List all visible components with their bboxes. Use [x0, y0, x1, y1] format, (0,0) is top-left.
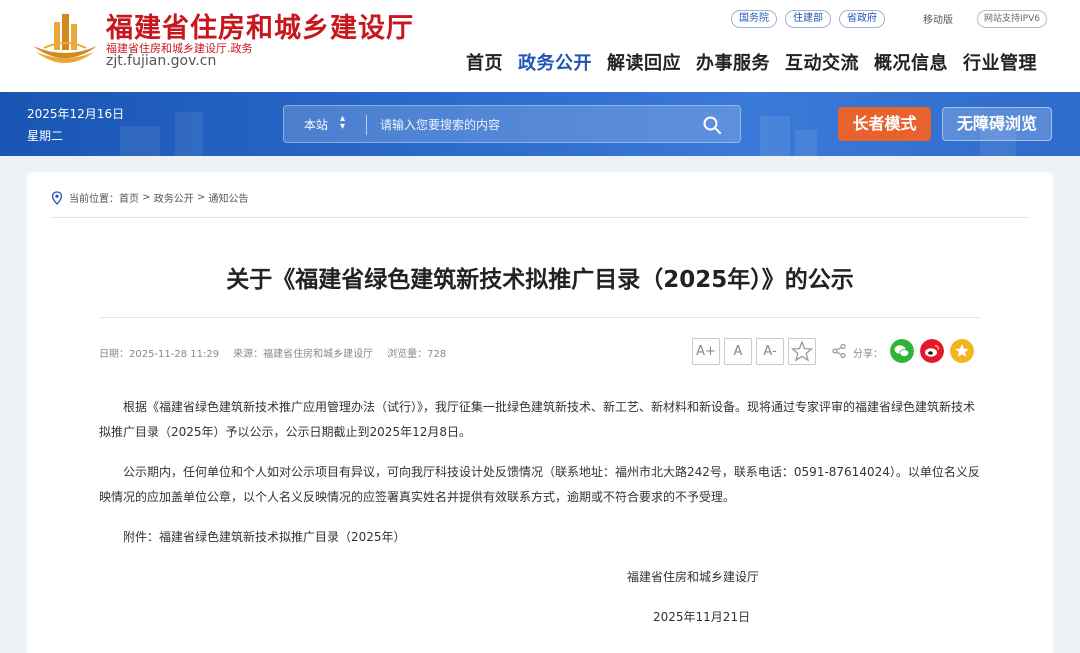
font-default-button[interactable]: A: [724, 338, 752, 365]
share-label: 分享：: [853, 349, 883, 360]
search-divider: [366, 115, 367, 135]
banner-decor: [795, 130, 817, 156]
mobile-version-link[interactable]: 移动版: [923, 11, 953, 26]
toplink-provincial-gov[interactable]: 省政府: [839, 10, 885, 28]
nav-item-interaction[interactable]: 互动交流: [785, 49, 859, 75]
weibo-share-icon[interactable]: [920, 339, 944, 363]
banner-decor: [175, 112, 203, 156]
updown-arrow-icon[interactable]: ▴ ▾: [340, 114, 345, 132]
font-larger-button[interactable]: A+: [692, 338, 720, 365]
article-paragraph: 公示期内，任何单位和个人如对公示项目有异议，可向我厅科技设计处反馈情况（联系地址…: [99, 465, 980, 504]
elder-mode-button[interactable]: 长者模式: [838, 107, 931, 141]
banner-decor: [120, 126, 160, 156]
toplink-state-council[interactable]: 国务院: [731, 10, 777, 28]
breadcrumb: 当前位置： 首页 > 政务公开 > 通知公告: [51, 190, 249, 205]
article-views: 浏览量：728: [387, 349, 447, 360]
signature-org: 福建省住房和城乡建设厅: [627, 570, 760, 584]
wechat-share-icon[interactable]: [890, 339, 914, 363]
font-smaller-button[interactable]: A-: [756, 338, 784, 365]
current-date: 2025年12月16日: [27, 107, 125, 121]
breadcrumb-prefix: 当前位置：: [69, 194, 119, 205]
article-paragraph: 根据《福建省绿色建筑新技术推广应用管理办法（试行）》，我厅征集一批绿色建筑新技术…: [99, 400, 976, 439]
site-header: 福建省住房和城乡建设厅 福建省住房和城乡建设厅.政务 zjt.fujian.go…: [0, 0, 1080, 92]
search-box: 本站 ▴ ▾: [283, 105, 741, 143]
breadcrumb-separator: >: [139, 192, 154, 203]
title-divider: [99, 317, 981, 318]
breadcrumb-item-home[interactable]: 首页: [119, 190, 139, 205]
breadcrumb-item-notices[interactable]: 通知公告: [209, 190, 249, 205]
qzone-share-icon[interactable]: [950, 339, 974, 363]
accessible-browse-button[interactable]: 无障碍浏览: [942, 107, 1052, 141]
search-scope-select[interactable]: 本站: [304, 116, 328, 133]
favorite-button[interactable]: [788, 338, 816, 365]
toplink-mohurd[interactable]: 住建部: [785, 10, 831, 28]
nav-item-industry[interactable]: 行业管理: [963, 49, 1037, 75]
breadcrumb-separator: >: [193, 192, 209, 203]
article-card: 当前位置： 首页 > 政务公开 > 通知公告 关于《福建省绿色建筑新技术拟推广目…: [27, 172, 1053, 653]
site-logo-icon[interactable]: [30, 8, 100, 70]
search-icon[interactable]: [702, 115, 722, 135]
nav-item-services[interactable]: 办事服务: [696, 49, 770, 75]
site-domain: zjt.fujian.gov.cn: [106, 53, 217, 69]
main-nav: 首页 政务公开 解读回应 办事服务 互动交流 概况信息 行业管理: [466, 49, 1037, 75]
nav-item-interpretation[interactable]: 解读回应: [607, 49, 681, 75]
article-attachment-link[interactable]: 附件：福建省绿色建筑新技术拟推广目录（2025年）: [99, 525, 983, 550]
breadcrumb-item-gov-affairs[interactable]: 政务公开: [154, 190, 194, 205]
share-icon: [832, 343, 846, 359]
top-links: 国务院 住建部 省政府: [731, 10, 885, 28]
banner-decor: [760, 116, 790, 156]
ipv6-badge: 网站支持IPV6: [977, 10, 1047, 28]
article-meta: 日期：2025-11-28 11:29 来源：福建省住房和城乡建设厅 浏览量：7…: [99, 345, 446, 360]
nav-item-overview[interactable]: 概况信息: [874, 49, 948, 75]
breadcrumb-divider: [51, 217, 1029, 218]
star-icon: [790, 340, 814, 362]
search-input[interactable]: [380, 114, 680, 136]
nav-item-home[interactable]: 首页: [466, 49, 503, 75]
nav-item-gov-affairs[interactable]: 政务公开: [518, 49, 592, 75]
current-weekday: 星期二: [27, 129, 64, 143]
article-date: 日期：2025-11-28 11:29: [99, 349, 220, 360]
article-title: 关于《福建省绿色建筑新技术拟推广目录（2025年）》的公示: [226, 267, 854, 293]
signature-date: 2025年11月21日: [653, 610, 751, 624]
location-pin-icon: [51, 190, 63, 205]
article-source: 来源：福建省住房和城乡建设厅: [233, 349, 374, 360]
